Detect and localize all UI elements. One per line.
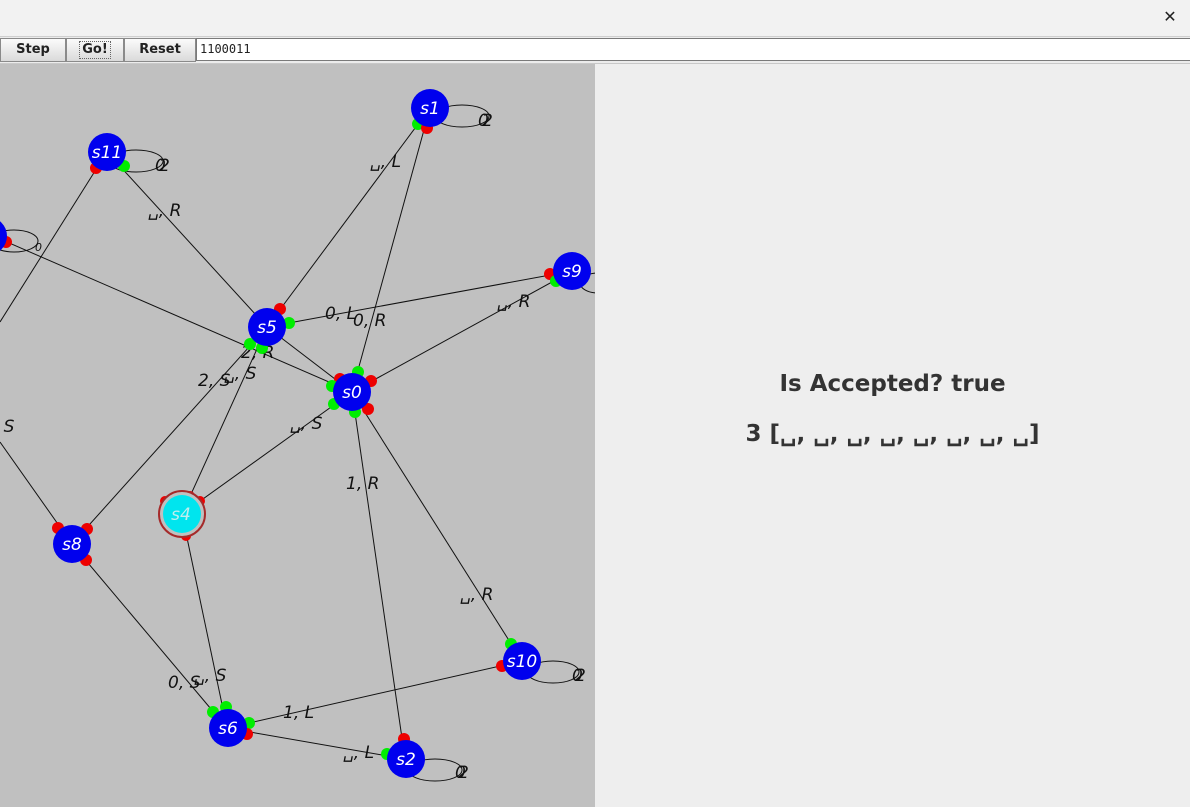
edge-s5-s1 bbox=[266, 107, 431, 328]
state-label: s2 bbox=[396, 750, 416, 770]
tape-contents: 3 [␣, ␣, ␣, ␣, ␣, ␣, ␣, ␣] bbox=[745, 421, 1040, 447]
edge-s8-s6 bbox=[71, 543, 228, 729]
edge-s0-s1 bbox=[351, 107, 431, 393]
transition-label: ␣, S bbox=[0, 417, 15, 437]
transition-labels: ␣, L ␣, R 0, L 0, R ␣, R 2, R 2, S ␣, S … bbox=[0, 111, 586, 783]
loop-label: 0 bbox=[35, 241, 42, 254]
state-label: s4 bbox=[171, 505, 191, 525]
step-button[interactable]: Step bbox=[0, 38, 66, 62]
state-label: s11 bbox=[92, 143, 123, 163]
loop-label: 2 bbox=[458, 763, 469, 783]
edge-s6-s2 bbox=[226, 727, 406, 760]
state-s10[interactable]: s10 bbox=[503, 642, 541, 680]
state-label: s10 bbox=[507, 652, 538, 672]
toolbar: Step Go! Reset 1100011 bbox=[0, 37, 1190, 64]
state-s1[interactable]: s1 bbox=[411, 89, 449, 127]
transition-label: ␣, R bbox=[148, 201, 181, 221]
reset-button[interactable]: Reset bbox=[124, 38, 196, 62]
loop-label: 2 bbox=[159, 156, 170, 176]
state-s9[interactable]: s9 bbox=[553, 252, 591, 290]
window-titlebar: ✕ bbox=[0, 0, 1190, 37]
go-button-label: Go! bbox=[79, 41, 111, 59]
state-label: s5 bbox=[257, 318, 277, 338]
state-s5[interactable]: s5 bbox=[248, 308, 286, 346]
state-s3[interactable] bbox=[0, 217, 7, 255]
result-panel: Is Accepted? true 3 [␣, ␣, ␣, ␣, ␣, ␣, ␣… bbox=[595, 64, 1190, 807]
accepted-status: Is Accepted? true bbox=[779, 371, 1006, 397]
edge-s0-s3 bbox=[0, 238, 353, 393]
state-label: s6 bbox=[218, 719, 238, 739]
transition-label: ␣, S bbox=[194, 666, 227, 686]
edge-s0-s9 bbox=[351, 270, 573, 393]
transition-label: ␣, L bbox=[343, 743, 374, 763]
state-s8[interactable]: s8 bbox=[53, 525, 91, 563]
state-s0[interactable]: s0 bbox=[333, 373, 371, 411]
edges bbox=[0, 104, 595, 782]
transition-label: ␣, S bbox=[290, 414, 323, 434]
edge-s0-s4 bbox=[181, 391, 353, 515]
state-label: s1 bbox=[420, 99, 440, 119]
transition-label: ␣, R bbox=[460, 585, 493, 605]
tape-input[interactable]: 1100011 bbox=[196, 38, 1190, 61]
transition-label: ␣, L bbox=[370, 152, 401, 172]
state-s4-current[interactable]: s4 bbox=[158, 490, 206, 538]
state-connector-dots bbox=[0, 118, 562, 760]
transition-label: ␣, R bbox=[497, 292, 530, 312]
state-label: s0 bbox=[342, 383, 362, 403]
edge-s0-s2 bbox=[351, 391, 406, 760]
close-icon[interactable]: ✕ bbox=[1160, 7, 1180, 27]
transition-label: 1, L bbox=[283, 703, 314, 723]
state-s6[interactable]: s6 bbox=[209, 709, 247, 747]
transition-label: 0, R bbox=[353, 311, 386, 331]
state-label: s8 bbox=[62, 535, 82, 555]
state-s2[interactable]: s2 bbox=[387, 740, 425, 778]
transition-label: ␣, S bbox=[224, 364, 257, 384]
state-s11[interactable]: s11 bbox=[88, 133, 126, 171]
transition-label: 0, L bbox=[325, 304, 356, 324]
loop-label: 2 bbox=[575, 666, 586, 686]
state-label: s9 bbox=[562, 262, 582, 282]
edge-s5-s11 bbox=[106, 151, 268, 328]
edge-s4-s6 bbox=[181, 513, 228, 729]
state-graph-panel: ␣, L ␣, R 0, L 0, R ␣, R 2, R 2, S ␣, S … bbox=[0, 64, 595, 807]
go-button[interactable]: Go! bbox=[66, 38, 124, 62]
loop-label: 2 bbox=[482, 111, 493, 131]
state-graph: ␣, L ␣, R 0, L 0, R ␣, R 2, R 2, S ␣, S … bbox=[0, 89, 595, 783]
edge-s11-s3 bbox=[0, 151, 108, 323]
transition-label: 1, R bbox=[346, 474, 379, 494]
edge-s6-s10 bbox=[226, 660, 523, 729]
edge-s0-s10 bbox=[351, 391, 523, 662]
